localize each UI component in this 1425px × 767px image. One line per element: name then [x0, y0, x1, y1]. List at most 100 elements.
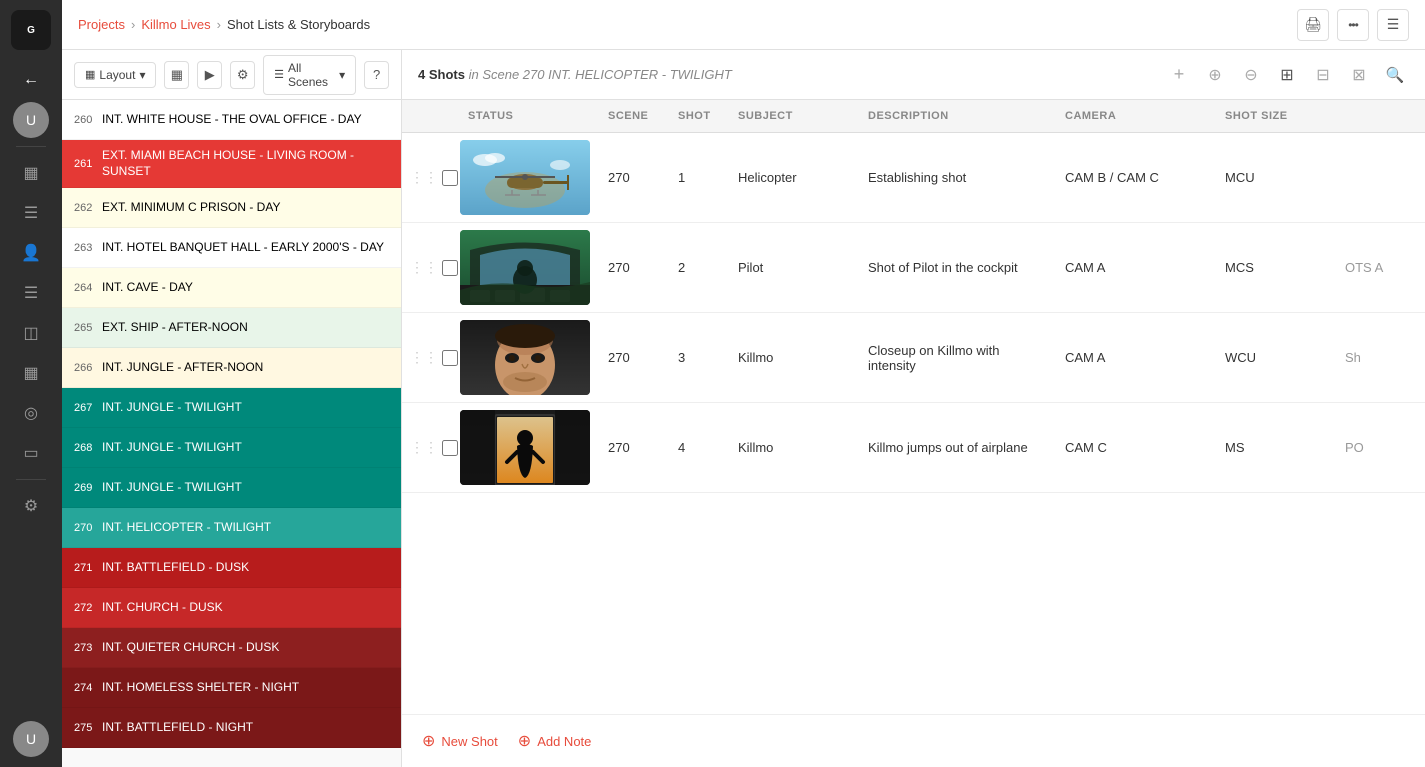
help-button[interactable]: ? [364, 61, 389, 89]
scene-item-268[interactable]: 268 INT. JUNGLE - TWILIGHT [62, 428, 401, 468]
shot-checkbox-3[interactable] [442, 440, 458, 456]
scene-label-261: EXT. MIAMI BEACH HOUSE - LIVING ROOM - S… [102, 148, 389, 179]
breadcrumb-project[interactable]: Killmo Lives [141, 17, 210, 32]
main-area: Projects › Killmo Lives › Shot Lists & S… [62, 0, 1425, 767]
col-header-controls [410, 100, 460, 132]
new-shot-button[interactable]: ⊕ New Shot [422, 731, 498, 751]
col-header-subject: SUBJECT [730, 100, 860, 132]
shot-area: 4 Shots in Scene 270 INT. HELICOPTER - T… [402, 50, 1425, 767]
drag-handle-3[interactable]: ⋮⋮ [410, 439, 438, 456]
drag-handle-0[interactable]: ⋮⋮ [410, 169, 438, 186]
all-scenes-button[interactable]: ☰ All Scenes ▾ [263, 55, 356, 95]
scene-item-267[interactable]: 267 INT. JUNGLE - TWILIGHT [62, 388, 401, 428]
nav-storyboard-icon[interactable]: ▦ [13, 155, 49, 191]
table-row[interactable]: ⋮⋮ 270 2 Pilot [402, 223, 1425, 313]
nav-settings-icon[interactable]: ⚙ [13, 488, 49, 524]
scene-item-264[interactable]: 264 INT. CAVE - DAY [62, 268, 401, 308]
scene-item-266[interactable]: 266 INT. JUNGLE - AFTER-NOON [62, 348, 401, 388]
scene-item-262[interactable]: 262 EXT. MINIMUM C PRISON - DAY [62, 188, 401, 228]
add-shot-icon[interactable]: + [1165, 61, 1193, 89]
scene-item-275[interactable]: 275 INT. BATTLEFIELD - NIGHT [62, 708, 401, 748]
shot-controls-2: ⋮⋮ [410, 349, 460, 366]
scene-num-272: 272 [74, 602, 102, 614]
all-scenes-label: All Scenes [288, 61, 335, 89]
shot-thumbnail-1[interactable] [460, 230, 590, 305]
scene-label-272: INT. CHURCH - DUSK [102, 600, 223, 616]
shot-checkbox-2[interactable] [442, 350, 458, 366]
play-button[interactable]: ▶ [197, 61, 222, 89]
add-note-button[interactable]: ⊕ Add Note [518, 731, 592, 751]
scene-item-273[interactable]: 273 INT. QUIETER CHURCH - DUSK [62, 628, 401, 668]
shot-thumbnail-3[interactable] [460, 410, 590, 485]
zoom-in-icon[interactable]: ⊕ [1201, 61, 1229, 89]
shot-angle-3: PO [1337, 432, 1417, 463]
breadcrumb: Projects › Killmo Lives › Shot Lists & S… [78, 17, 370, 32]
shot-controls-3: ⋮⋮ [410, 439, 460, 456]
breadcrumb-projects[interactable]: Projects [78, 17, 125, 32]
table-row[interactable]: ⋮⋮ 270 3 [402, 313, 1425, 403]
breadcrumb-sep-2: › [217, 17, 221, 32]
shot-count-info: 4 Shots in Scene 270 INT. HELICOPTER - T… [418, 67, 732, 82]
breadcrumb-current: Shot Lists & Storyboards [227, 17, 370, 32]
search-icon[interactable]: 🔍 [1381, 61, 1409, 89]
nav-users-icon[interactable]: 👤 [13, 235, 49, 271]
scene-item-271[interactable]: 271 INT. BATTLEFIELD - DUSK [62, 548, 401, 588]
shot-subject-3: Killmo [730, 432, 860, 463]
nav-calendar-icon[interactable]: ▦ [13, 355, 49, 391]
table-row[interactable]: ⋮⋮ [402, 133, 1425, 223]
scene-info: in Scene 270 INT. HELICOPTER - TWILIGHT [469, 67, 732, 82]
shot-description-3: Killmo jumps out of airplane [860, 432, 1057, 463]
zoom-out-icon[interactable]: ⊖ [1237, 61, 1265, 89]
shot-checkbox-0[interactable] [442, 170, 458, 186]
print-button[interactable]: 🖨 [1297, 9, 1329, 41]
menu-button[interactable]: ☰ [1377, 9, 1409, 41]
scene-num-264: 264 [74, 282, 102, 294]
scene-item-272[interactable]: 272 INT. CHURCH - DUSK [62, 588, 401, 628]
drag-handle-2[interactable]: ⋮⋮ [410, 349, 438, 366]
shot-size-1: MCS [1217, 252, 1337, 283]
shot-scene-2: 270 [600, 342, 670, 373]
scene-item-269[interactable]: 269 INT. JUNGLE - TWILIGHT [62, 468, 401, 508]
col-header-status: STATUS [460, 100, 600, 132]
user-avatar-top[interactable]: U [13, 102, 49, 138]
table-row[interactable]: ⋮⋮ 270 4 [402, 403, 1425, 493]
user-avatar-bottom[interactable]: U [13, 721, 49, 757]
new-shot-plus-icon: ⊕ [422, 731, 435, 751]
gear-button[interactable]: ⚙ [230, 61, 255, 89]
scene-num-267: 267 [74, 402, 102, 414]
shot-camera-2: CAM A [1057, 342, 1217, 373]
shot-checkbox-1[interactable] [442, 260, 458, 276]
nav-reports-icon[interactable]: ◫ [13, 315, 49, 351]
grid-view-icon[interactable]: ⊞ [1273, 61, 1301, 89]
menu-icon: ☰ [1387, 16, 1400, 33]
icon-bar: G ← U ▦ ☰ 👤 ☰ ◫ ▦ ◎ ▭ ⚙ U [0, 0, 62, 767]
scene-num-266: 266 [74, 362, 102, 374]
layout-button[interactable]: ▦ Layout ▾ [74, 62, 156, 88]
drag-handle-1[interactable]: ⋮⋮ [410, 259, 438, 276]
nav-location-icon[interactable]: ◎ [13, 395, 49, 431]
table-view-icon[interactable]: ⊟ [1309, 61, 1337, 89]
nav-back-icon[interactable]: ← [13, 62, 49, 98]
nav-panel-icon[interactable]: ▭ [13, 435, 49, 471]
app-logo[interactable]: G [11, 10, 51, 50]
storyboard-view-button[interactable]: ▦ [164, 61, 189, 89]
scene-item-270[interactable]: 270 INT. HELICOPTER - TWILIGHT [62, 508, 401, 548]
more-button[interactable]: ••• [1337, 9, 1369, 41]
scene-item-265[interactable]: 265 EXT. SHIP - AFTER-NOON [62, 308, 401, 348]
scene-item-261[interactable]: 261 EXT. MIAMI BEACH HOUSE - LIVING ROOM… [62, 140, 401, 188]
nav-schedule-icon[interactable]: ☰ [13, 275, 49, 311]
layout-icon: ▦ [85, 68, 95, 81]
scene-item-260[interactable]: 260 INT. WHITE HOUSE - THE OVAL OFFICE -… [62, 100, 401, 140]
scene-label-266: INT. JUNGLE - AFTER-NOON [102, 360, 263, 376]
shot-thumbnail-2[interactable] [460, 320, 590, 395]
shot-thumbnail-0[interactable] [460, 140, 590, 215]
scene-item-263[interactable]: 263 INT. HOTEL BANQUET HALL - EARLY 2000… [62, 228, 401, 268]
col-header-shot-size: SHOT SIZE [1217, 100, 1337, 132]
col-header-angle [1337, 100, 1417, 132]
scene-item-274[interactable]: 274 INT. HOMELESS SHELTER - NIGHT [62, 668, 401, 708]
col-header-shot: SHOT [670, 100, 730, 132]
scene-num-262: 262 [74, 202, 102, 214]
mosaic-view-icon[interactable]: ⊠ [1345, 61, 1373, 89]
nav-scenes-icon[interactable]: ☰ [13, 195, 49, 231]
scene-num-275: 275 [74, 722, 102, 734]
